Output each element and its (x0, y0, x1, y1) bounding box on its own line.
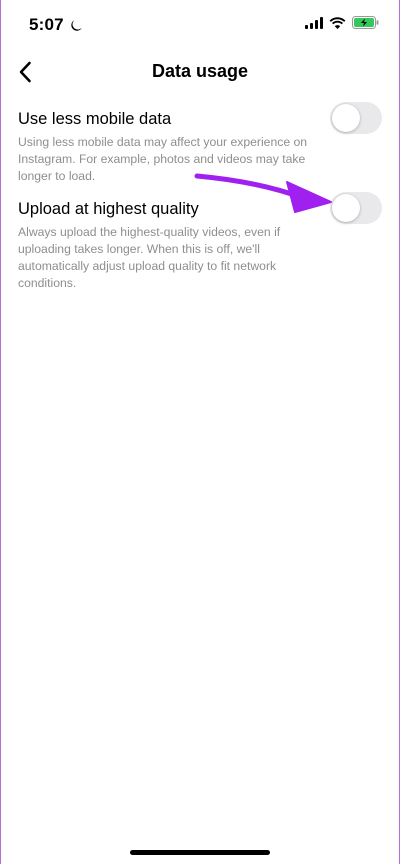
battery-charging-icon (352, 16, 379, 34)
page-title: Data usage (151, 61, 249, 81)
signal-icon (305, 16, 323, 34)
setting-description: Always upload the highest-quality videos… (18, 225, 281, 290)
moon-icon (70, 19, 83, 32)
status-bar: 5:07 (1, 0, 399, 48)
screen: 5:07 Data usage Use less mobile data Usi… (0, 0, 400, 864)
status-time-group: 5:07 (29, 15, 83, 35)
home-indicator[interactable] (130, 850, 270, 855)
status-time: 5:07 (29, 15, 64, 34)
use-less-mobile-data-toggle[interactable] (330, 102, 382, 134)
wifi-icon (329, 16, 346, 34)
navigation-header: Data usage (1, 52, 399, 92)
annotation-arrow-icon (194, 173, 332, 213)
setting-title: Use less mobile data (18, 110, 172, 128)
status-icons (305, 16, 379, 34)
toggle-knob (332, 104, 360, 132)
